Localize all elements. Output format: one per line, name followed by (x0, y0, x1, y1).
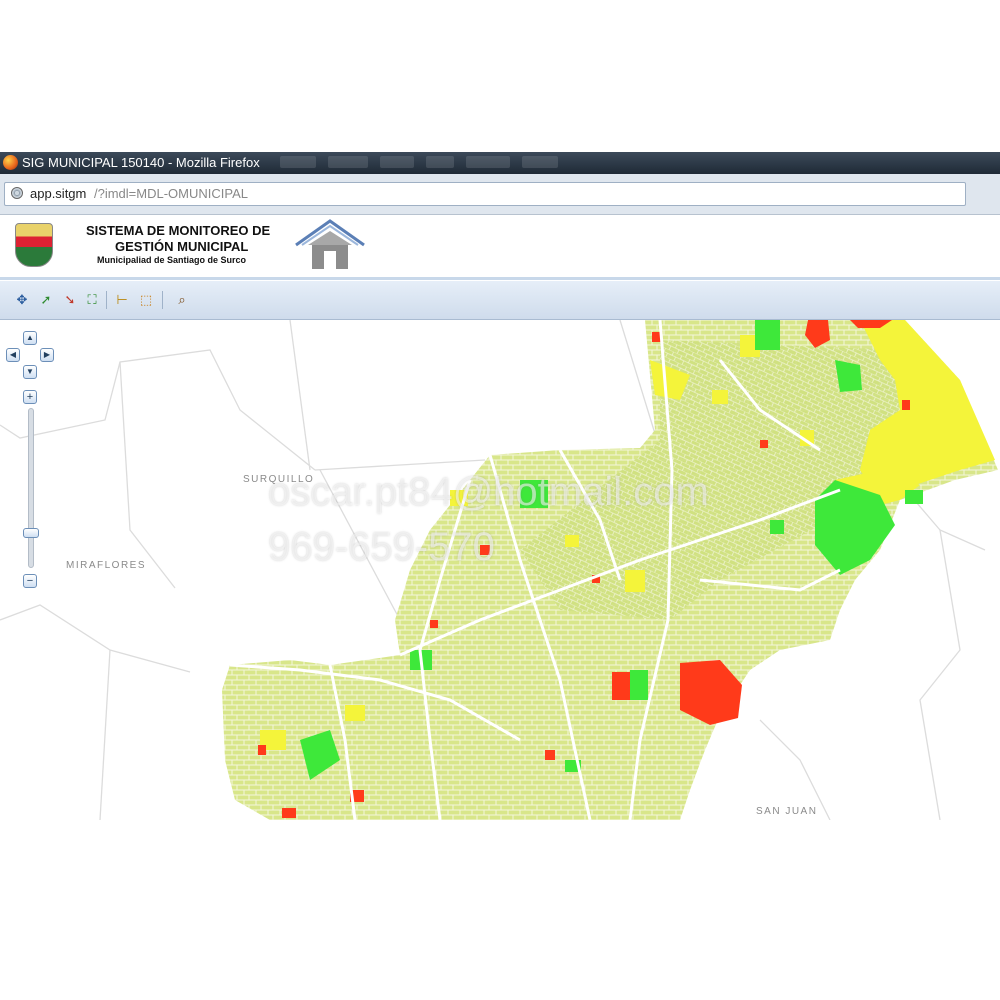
menu-ghost (380, 156, 414, 168)
map-canvas[interactable] (0, 320, 1000, 820)
zoom-out-arrow-icon[interactable]: ➘ (62, 292, 78, 308)
header-subtitle: Municipaliad de Santiago de Surco (97, 255, 247, 265)
house-logo (295, 219, 365, 269)
window-title: SIG MUNICIPAL 150140 - Mozilla Firefox (22, 155, 260, 170)
watermark-phone: 969-659-570 (268, 525, 495, 569)
identify-icon[interactable]: ⌕ (174, 292, 190, 308)
watermark-email: oscar.pt84@hotmail.com (268, 470, 709, 514)
menu-ghost (466, 156, 510, 168)
toolbar-separator (162, 291, 163, 309)
pan-icon[interactable]: ✥ (14, 292, 30, 308)
zoom-out-button[interactable]: − (23, 574, 37, 588)
browser-window: SIG MUNICIPAL 150140 - Mozilla Firefox a… (0, 152, 1000, 820)
firefox-icon (3, 155, 18, 170)
url-path: /?imdl=MDL-OMUNICIPAL (94, 186, 248, 201)
full-extent-icon[interactable]: ⛶ (84, 292, 100, 308)
zoom-in-button[interactable]: + (23, 390, 37, 404)
pan-left-button[interactable]: ◀ (6, 348, 20, 362)
pan-up-button[interactable]: ▲ (23, 331, 37, 345)
measure-icon[interactable]: ⊢ (114, 292, 130, 308)
pan-down-button[interactable]: ▼ (23, 365, 37, 379)
globe-icon (11, 187, 23, 199)
menu-ghost (522, 156, 558, 168)
select-icon[interactable]: ⬚ (138, 292, 154, 308)
zoom-slider-track[interactable] (28, 408, 34, 568)
url-bar[interactable]: app.sitgm /?imdl=MDL-OMUNICIPAL (4, 182, 966, 206)
district-label-miraflores: MIRAFLORES (66, 560, 147, 571)
menu-ghost (426, 156, 454, 168)
header-title-line2: GESTIÓN MUNICIPAL (115, 239, 249, 254)
menu-ghost (328, 156, 368, 168)
municipal-crest-logo (15, 223, 53, 267)
zoom-in-arrow-icon[interactable]: ➚ (38, 292, 54, 308)
url-host: app.sitgm (30, 186, 87, 201)
menu-ghost (280, 156, 316, 168)
navigation-toolbar: app.sitgm /?imdl=MDL-OMUNICIPAL (0, 174, 1000, 215)
map-toolbar: ✥ ➚ ➘ ⛶ ⊢ ⬚ ⌕ (0, 281, 1000, 320)
header-title-line1: SISTEMA DE MONITOREO DE (86, 223, 271, 238)
window-title-bar: SIG MUNICIPAL 150140 - Mozilla Firefox (0, 152, 1000, 174)
zoom-slider-thumb[interactable] (23, 528, 39, 538)
app-header: SISTEMA DE MONITOREO DE GESTIÓN MUNICIPA… (0, 215, 1000, 280)
pan-right-button[interactable]: ▶ (40, 348, 54, 362)
district-label-san-juan: SAN JUAN (756, 806, 818, 817)
toolbar-separator (106, 291, 107, 309)
map-viewport[interactable]: SURQUILLO MIRAFLORES SAN JUAN oscar.pt84… (0, 320, 1000, 820)
